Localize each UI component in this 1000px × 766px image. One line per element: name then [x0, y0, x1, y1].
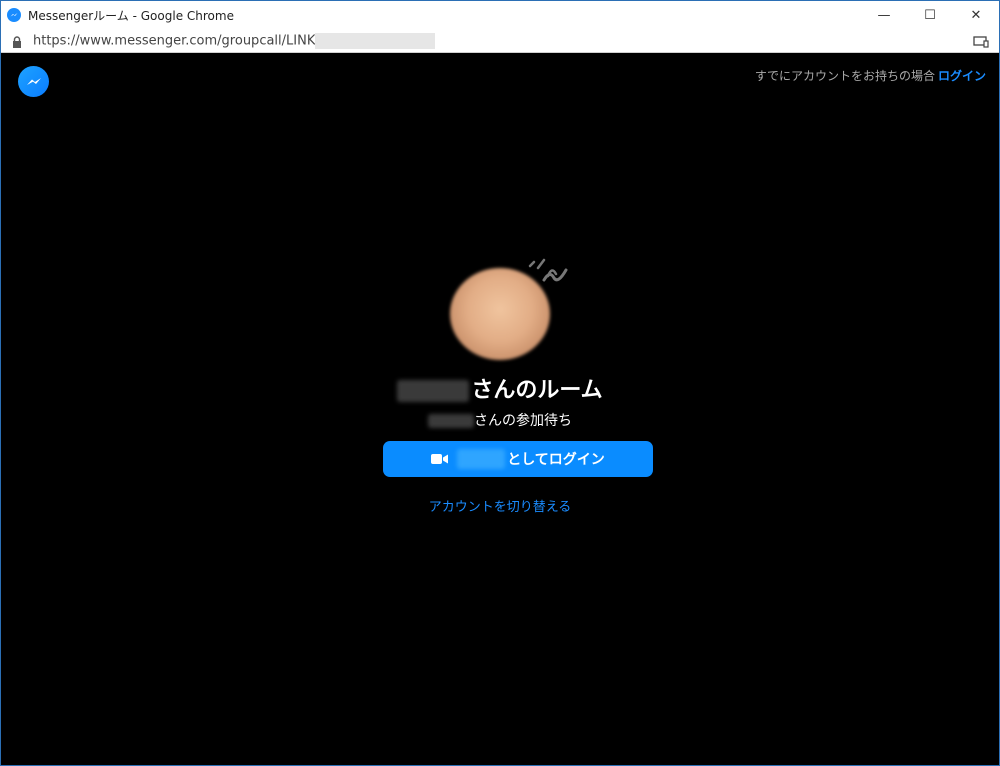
top-login-prompt: すでにアカウントをお持ちの場合 ログイン	[755, 67, 986, 84]
messenger-logo-icon[interactable]	[18, 66, 49, 97]
url-redaction	[315, 32, 436, 49]
close-button[interactable]: ✕	[953, 1, 999, 29]
login-as-button-label: としてログイン	[507, 452, 605, 468]
room-title: さんのルーム	[1, 372, 999, 404]
address-bar[interactable]: https://www.messenger.com/groupcall/LINK	[1, 29, 999, 53]
minimize-button[interactable]: —	[861, 1, 907, 29]
room-title-text: さんのルーム	[471, 378, 603, 403]
browser-window: Messengerルーム - Google Chrome — ☐ ✕ https…	[0, 0, 1000, 766]
waiting-status: さんの参加待ち	[1, 410, 999, 430]
messenger-room-page: すでにアカウントをお持ちの場合 ログイン さんのルーム さんの参加待ち としてログ	[1, 54, 999, 765]
url-text[interactable]: https://www.messenger.com/groupcall/LINK	[33, 32, 436, 49]
window-controls: — ☐ ✕	[861, 1, 999, 29]
top-login-text: すでにアカウントをお持ちの場合	[754, 69, 935, 83]
host-avatar	[450, 268, 550, 360]
window-title: Messengerルーム - Google Chrome	[28, 8, 234, 23]
video-camera-icon	[431, 453, 449, 465]
title-bar: Messengerルーム - Google Chrome — ☐ ✕	[1, 1, 999, 29]
cast-icon[interactable]	[973, 34, 989, 48]
account-name-redaction	[457, 449, 506, 469]
waiting-status-text: さんの参加待ち	[474, 413, 572, 429]
messenger-app-icon	[7, 8, 21, 22]
lock-icon[interactable]	[11, 34, 23, 48]
login-as-button[interactable]: としてログイン	[383, 441, 653, 477]
host-avatar-image	[450, 268, 550, 360]
host-name-redaction-small	[428, 414, 474, 428]
host-name-redaction	[397, 380, 470, 402]
top-login-link[interactable]: ログイン	[938, 69, 986, 83]
switch-account-link[interactable]: アカウントを切り替える	[1, 496, 999, 515]
maximize-button[interactable]: ☐	[907, 1, 953, 29]
